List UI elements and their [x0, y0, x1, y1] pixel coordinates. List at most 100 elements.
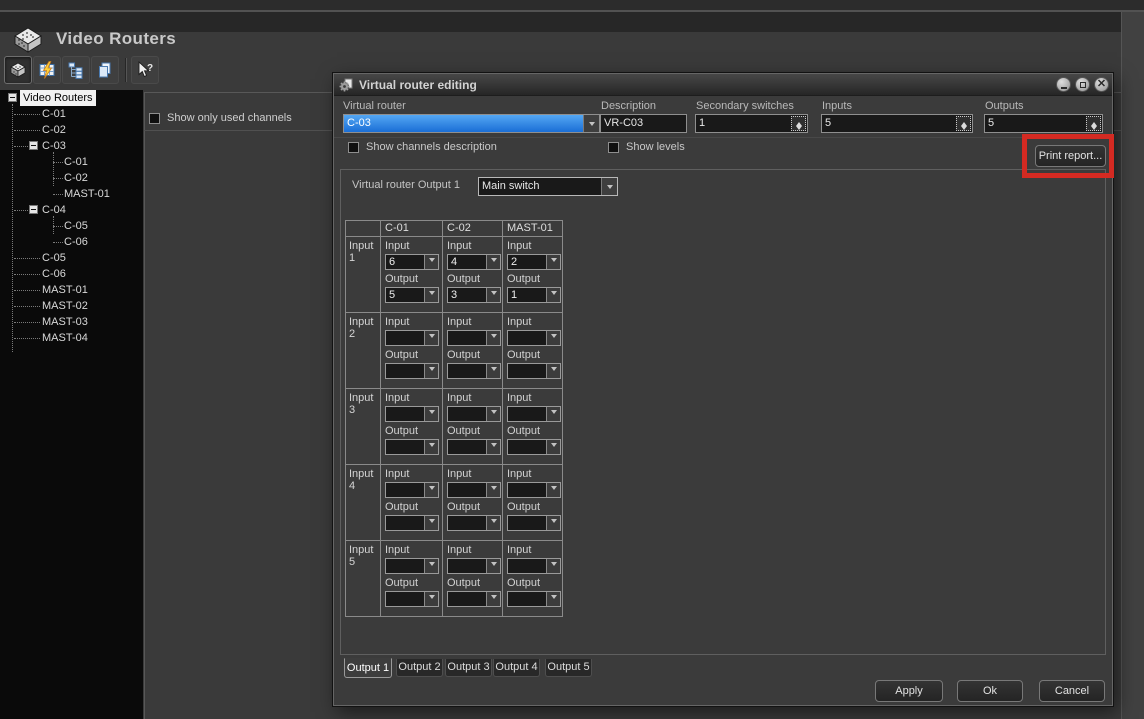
output-select[interactable] [447, 439, 501, 455]
output-select[interactable] [385, 591, 439, 607]
output-select[interactable] [447, 515, 501, 531]
show-channels-description-checkbox[interactable] [348, 141, 359, 153]
chevron-down-icon[interactable] [486, 364, 500, 378]
chevron-down-icon[interactable] [424, 559, 438, 573]
input-select[interactable] [385, 558, 439, 574]
tree-collapse-icon[interactable] [8, 93, 17, 102]
chevron-down-icon[interactable] [546, 483, 560, 497]
input-select[interactable] [385, 330, 439, 346]
chevron-down-icon[interactable] [546, 364, 560, 378]
chevron-down-icon[interactable] [546, 516, 560, 530]
chevron-down-icon[interactable] [424, 592, 438, 606]
spinner-buttons[interactable] [791, 116, 806, 131]
chevron-down-icon[interactable] [424, 483, 438, 497]
output-select[interactable] [447, 363, 501, 379]
sidebar-item-c03-mast01[interactable]: MAST-01 [0, 186, 143, 202]
chevron-down-icon[interactable] [486, 483, 500, 497]
chevron-down-icon[interactable] [486, 331, 500, 345]
input-select[interactable] [507, 406, 561, 422]
input-select[interactable] [507, 330, 561, 346]
outputs-stepper[interactable]: 5 [984, 114, 1103, 133]
apply-button[interactable]: Apply [875, 680, 943, 702]
sidebar-item-c05[interactable]: C-05 [0, 250, 143, 266]
input-select[interactable]: 4 [447, 254, 501, 270]
chevron-down-icon[interactable] [486, 559, 500, 573]
output-select[interactable] [507, 439, 561, 455]
sidebar-item-c02[interactable]: C-02 [0, 122, 143, 138]
sidebar-item-c01[interactable]: C-01 [0, 106, 143, 122]
chevron-down-icon[interactable] [424, 331, 438, 345]
sidebar-item-c04-c06[interactable]: C-06 [0, 234, 143, 250]
copy-button[interactable] [91, 55, 119, 84]
sidebar-item-mast02[interactable]: MAST-02 [0, 298, 143, 314]
sidebar-item-video-routers[interactable]: Video Routers [0, 90, 143, 106]
secondary-switches-stepper[interactable]: 1 [695, 114, 808, 133]
output-select[interactable]: 1 [507, 287, 561, 303]
input-select[interactable] [385, 482, 439, 498]
description-field[interactable]: VR-C03 [600, 114, 687, 133]
sidebar-item-mast03[interactable]: MAST-03 [0, 314, 143, 330]
video-routers-view-button[interactable] [4, 55, 32, 84]
output-select[interactable]: 5 [385, 287, 439, 303]
spinner-buttons[interactable] [956, 116, 971, 131]
chevron-down-icon[interactable] [424, 440, 438, 454]
show-only-used-channels-checkbox[interactable] [149, 112, 160, 124]
chevron-down-icon[interactable] [583, 115, 599, 132]
chevron-down-icon[interactable] [486, 407, 500, 421]
close-button[interactable]: ✕ [1094, 77, 1109, 92]
chevron-down-icon[interactable] [486, 288, 500, 302]
show-levels-checkbox[interactable] [608, 141, 619, 153]
cancel-button[interactable]: Cancel [1039, 680, 1105, 702]
chevron-down-icon[interactable] [546, 407, 560, 421]
input-select[interactable]: 2 [507, 254, 561, 270]
sidebar-item-c03-c02[interactable]: C-02 [0, 170, 143, 186]
chevron-down-icon[interactable] [424, 364, 438, 378]
input-select[interactable] [447, 330, 501, 346]
input-select[interactable] [507, 558, 561, 574]
output-select[interactable] [385, 515, 439, 531]
tree-view-button[interactable] [62, 55, 90, 84]
matrix-edit-button[interactable] [33, 55, 61, 84]
sidebar-item-c03-c01[interactable]: C-01 [0, 154, 143, 170]
chevron-down-icon[interactable] [546, 331, 560, 345]
chevron-down-icon[interactable] [546, 592, 560, 606]
dialog-title-bar[interactable]: Virtual router editing ✕ [334, 74, 1112, 96]
sidebar-item-mast04[interactable]: MAST-04 [0, 330, 143, 346]
tree-collapse-icon[interactable] [29, 141, 38, 150]
output-select[interactable] [507, 363, 561, 379]
input-select[interactable] [447, 482, 501, 498]
tab-output-2[interactable]: Output 2 [396, 659, 443, 677]
chevron-down-icon[interactable] [546, 559, 560, 573]
tree-collapse-icon[interactable] [29, 205, 38, 214]
chevron-down-icon[interactable] [424, 255, 438, 269]
sidebar-item-c04-c05[interactable]: C-05 [0, 218, 143, 234]
chevron-down-icon[interactable] [424, 516, 438, 530]
ok-button[interactable]: Ok [957, 680, 1023, 702]
minimize-button[interactable] [1056, 77, 1071, 92]
input-select[interactable] [385, 406, 439, 422]
inputs-stepper[interactable]: 5 [821, 114, 973, 133]
maximize-button[interactable] [1075, 77, 1090, 92]
tab-output-5[interactable]: Output 5 [545, 659, 592, 677]
sidebar-item-c03[interactable]: C-03 [0, 138, 143, 154]
chevron-down-icon[interactable] [546, 255, 560, 269]
input-select[interactable]: 6 [385, 254, 439, 270]
chevron-down-icon[interactable] [546, 288, 560, 302]
output-select[interactable] [385, 439, 439, 455]
chevron-down-icon[interactable] [601, 178, 617, 195]
sidebar-item-c04[interactable]: C-04 [0, 202, 143, 218]
output-select[interactable] [447, 591, 501, 607]
output-select[interactable] [507, 515, 561, 531]
chevron-down-icon[interactable] [486, 516, 500, 530]
output-select[interactable] [507, 591, 561, 607]
sidebar-item-mast01[interactable]: MAST-01 [0, 282, 143, 298]
chevron-down-icon[interactable] [486, 592, 500, 606]
tab-output-3[interactable]: Output 3 [445, 659, 492, 677]
output-select[interactable] [385, 363, 439, 379]
chevron-down-icon[interactable] [424, 407, 438, 421]
input-select[interactable] [447, 558, 501, 574]
chevron-down-icon[interactable] [486, 255, 500, 269]
chevron-down-icon[interactable] [486, 440, 500, 454]
spinner-buttons[interactable] [1086, 116, 1101, 131]
tab-output-4[interactable]: Output 4 [493, 659, 540, 677]
